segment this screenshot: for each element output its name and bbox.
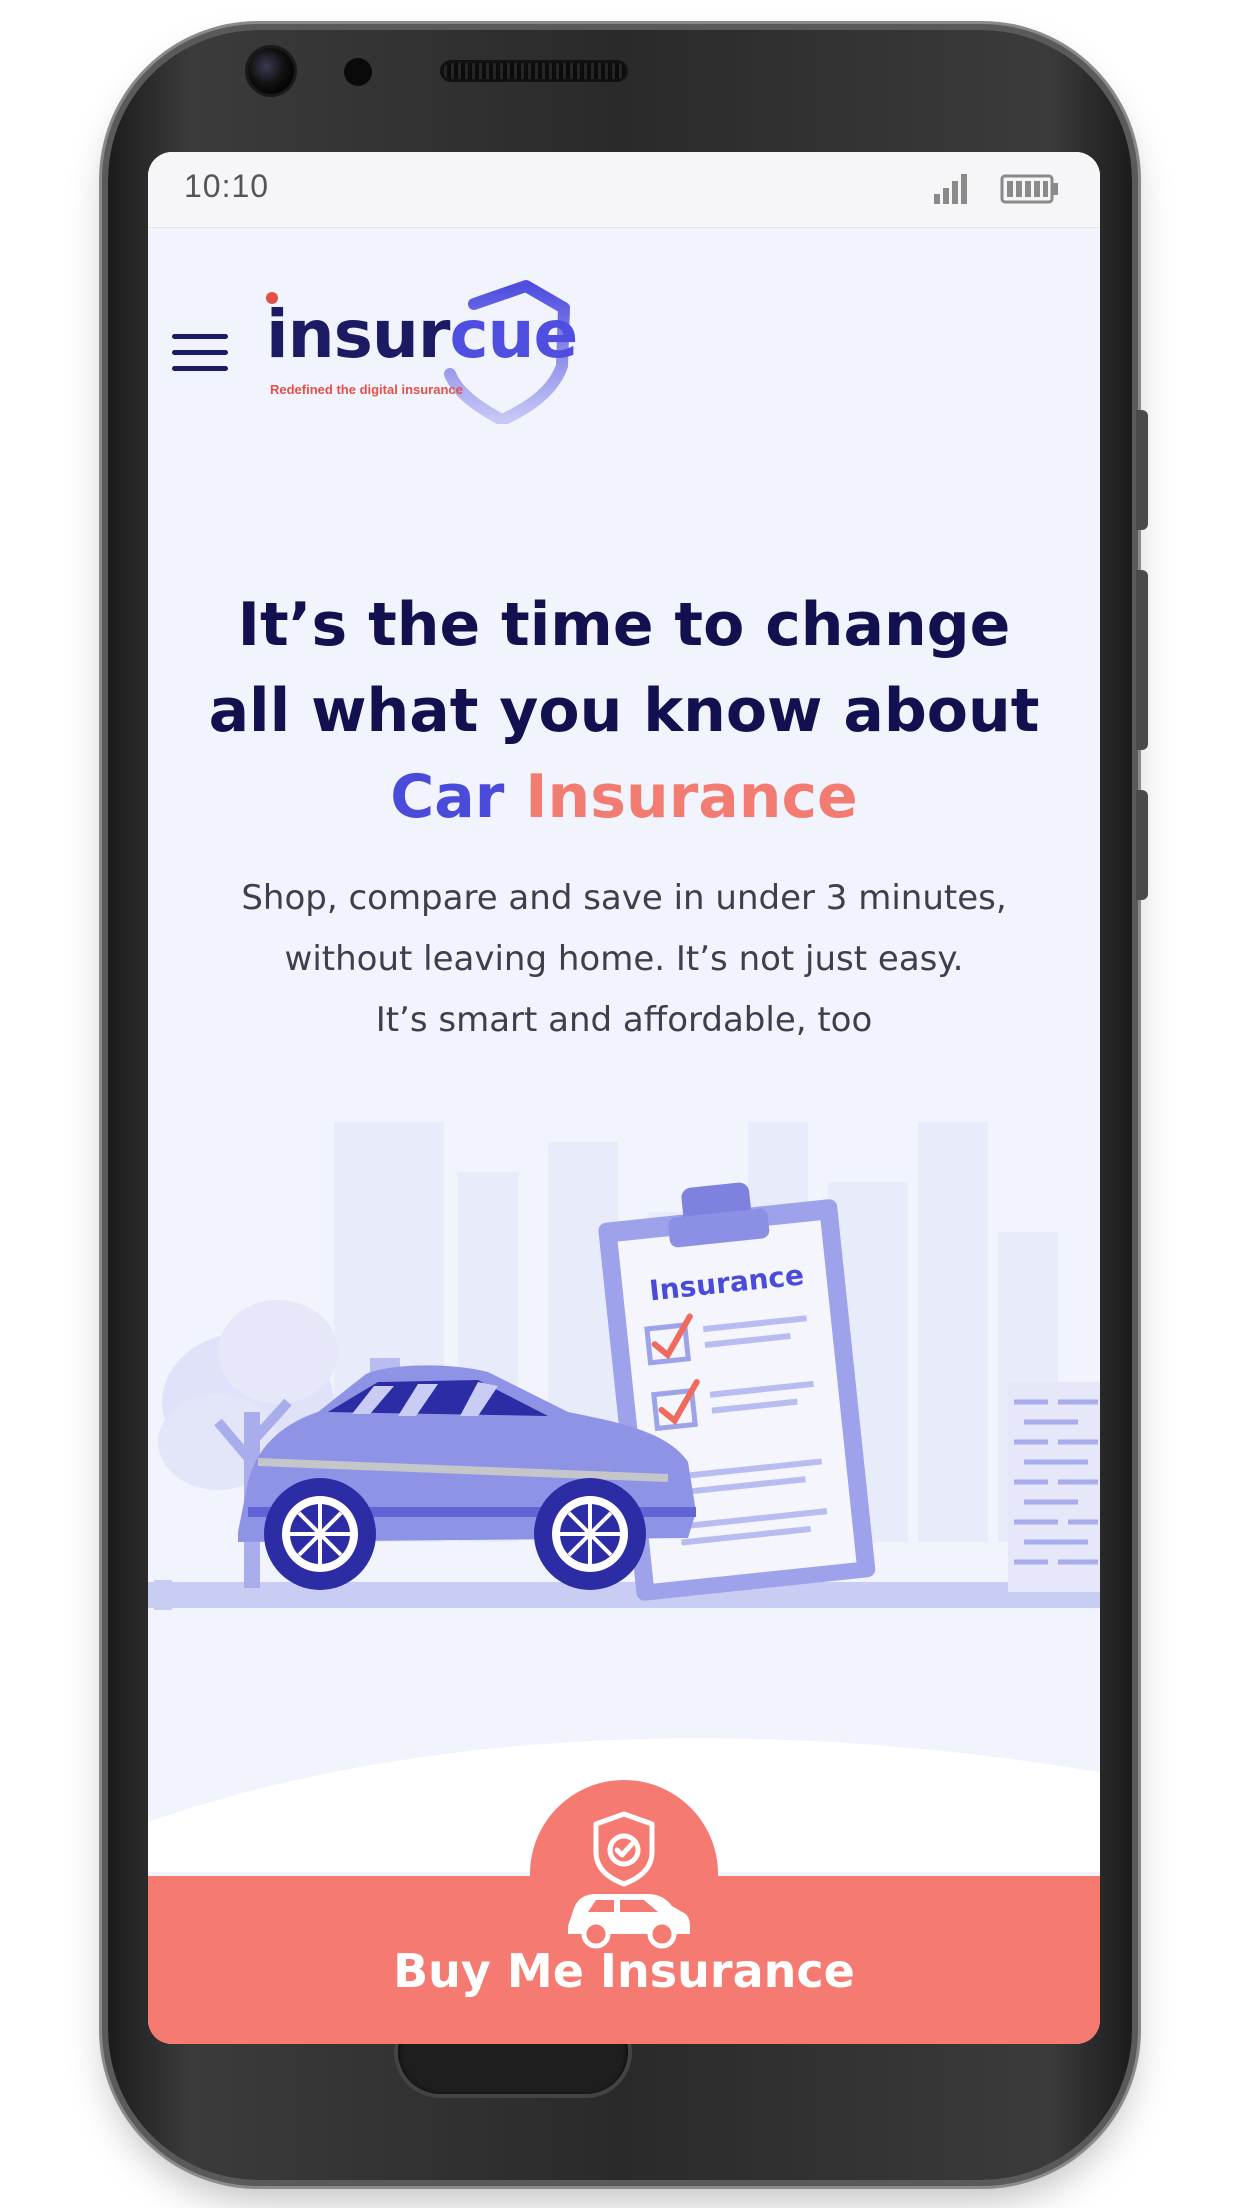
hero-title-line: all what you know about bbox=[208, 676, 1040, 746]
hero-subtitle: Shop, compare and save in under 3 minute… bbox=[188, 868, 1060, 1051]
logo-wordmark-part: cue bbox=[449, 296, 578, 373]
logo-wordmark-part: insur bbox=[266, 296, 450, 373]
phone-side-button bbox=[1136, 790, 1148, 900]
battery-icon bbox=[1000, 174, 1058, 204]
earpiece-speaker bbox=[440, 60, 628, 82]
insurcue-logo[interactable]: insurcue Redefined the digital insurance bbox=[256, 274, 578, 424]
app-screen: 10:10 insurcue Redefined the digital ins… bbox=[148, 152, 1100, 2044]
hero-subtitle-line: Shop, compare and save in under 3 minute… bbox=[241, 878, 1007, 918]
hero-subtitle-line: It’s smart and affordable, too bbox=[375, 1000, 873, 1040]
hero-title-line: It’s the time to change bbox=[237, 590, 1011, 660]
hero-title-car: Car bbox=[390, 762, 505, 832]
phone-side-button bbox=[1136, 570, 1148, 750]
signal-bars-icon bbox=[934, 174, 967, 204]
proximity-sensor bbox=[344, 58, 372, 86]
status-time: 10:10 bbox=[184, 168, 270, 204]
front-camera bbox=[248, 48, 294, 94]
status-bar: 10:10 bbox=[148, 152, 1100, 228]
hamburger-menu-icon[interactable] bbox=[172, 328, 232, 376]
hero-title-insurance: Insurance bbox=[525, 762, 858, 832]
car-insurance-illustration: Insurance bbox=[148, 1122, 1100, 1610]
ground-line bbox=[148, 1582, 1100, 1608]
logo-tagline: Redefined the digital insurance bbox=[270, 382, 463, 397]
buy-insurance-label[interactable]: Buy Me Insurance bbox=[148, 1944, 1100, 1998]
phone-side-button bbox=[1136, 410, 1148, 530]
logo-wordmark: insurcue bbox=[266, 302, 578, 368]
brick-wall bbox=[1008, 1382, 1100, 1592]
shield-car-icon bbox=[568, 1811, 690, 1949]
hero-title-highlight: Car Insurance bbox=[148, 754, 1100, 840]
hero-subtitle-line: without leaving home. It’s not just easy… bbox=[284, 939, 964, 979]
hero-title: It’s the time to change all what you kno… bbox=[148, 582, 1100, 840]
